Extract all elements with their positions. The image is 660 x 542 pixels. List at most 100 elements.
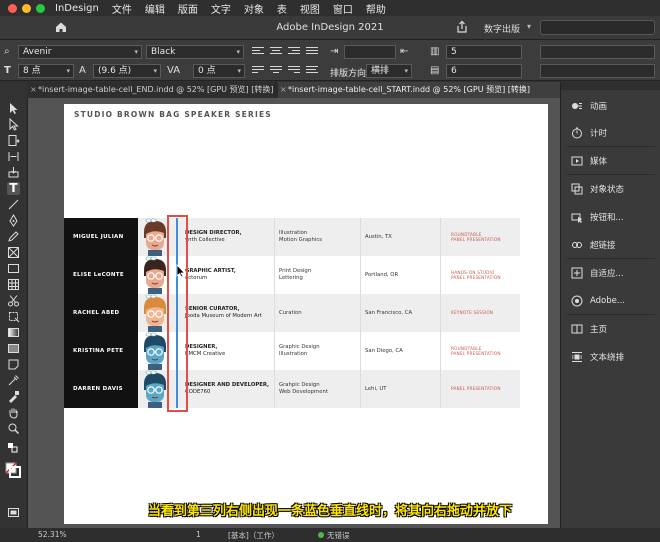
- table-row[interactable]: ELISE LeCONTE GRAPHIC ARTIST, ectorum Print…: [64, 256, 520, 294]
- zoom-window-button[interactable]: [36, 3, 45, 13]
- menu-file[interactable]: 文件: [112, 1, 132, 16]
- hand-tool-icon[interactable]: [7, 406, 20, 419]
- justify-button[interactable]: [306, 47, 318, 57]
- speaker-location-cell[interactable]: Lehi, UT: [360, 370, 440, 408]
- leading-field[interactable]: (9.6 点) ▾: [93, 64, 161, 78]
- column-resize-guide[interactable]: [176, 218, 178, 408]
- table-row[interactable]: KRISTINA PETE DESIGNER, KMCM Creative Graph…: [64, 332, 520, 370]
- speaker-topics-cell[interactable]: Print Design Lettering: [274, 256, 360, 294]
- panel-dock-header[interactable]: [561, 82, 660, 90]
- justify-center-button[interactable]: [270, 66, 282, 76]
- menu-table[interactable]: 表: [277, 1, 287, 16]
- search-input[interactable]: [540, 20, 655, 35]
- document-canvas[interactable]: STUDIO BROWN BAG SPEAKER SERIES MIGUEL J…: [28, 98, 560, 528]
- selection-tool-icon[interactable]: [7, 102, 20, 115]
- font-size-field[interactable]: 8 点 ▾: [18, 64, 74, 78]
- left-indent-field[interactable]: [344, 45, 396, 59]
- pen-tool-icon[interactable]: [7, 214, 20, 227]
- font-family-field[interactable]: Avenir ▾: [18, 45, 142, 59]
- panel-media[interactable]: 媒体: [561, 149, 660, 173]
- table-row[interactable]: RACHEL ABED SENIOR CURATOR, Jboda Museum o…: [64, 294, 520, 332]
- panel-timing[interactable]: 计时: [561, 121, 660, 145]
- speaker-name-cell[interactable]: MIGUEL JULIAN: [64, 218, 138, 256]
- menu-help[interactable]: 帮助: [366, 1, 386, 16]
- tracking-field[interactable]: 0 点 ▾: [193, 64, 245, 78]
- menu-object[interactable]: 对象: [244, 1, 264, 16]
- workspace-switcher[interactable]: 数字出版: [484, 22, 520, 35]
- speaker-topics-cell[interactable]: Curation: [274, 294, 360, 332]
- close-icon[interactable]: ×: [30, 82, 37, 98]
- speaker-location-cell[interactable]: Portland, OR: [360, 256, 440, 294]
- zoom-level[interactable]: 52.31%: [38, 530, 67, 539]
- free-transform-tool-icon[interactable]: [7, 310, 20, 323]
- table-row[interactable]: DARREN DAVIS DESIGNER AND DEVELOPER, CODE7…: [64, 370, 520, 408]
- font-style-field[interactable]: Black ▾: [146, 45, 244, 59]
- rows-field[interactable]: 6: [446, 64, 522, 78]
- menu-type[interactable]: 文字: [211, 1, 231, 16]
- minimize-window-button[interactable]: [22, 3, 31, 13]
- panel-buttons-forms[interactable]: 按钮和...: [561, 205, 660, 229]
- text-direction-field[interactable]: 横排 ▾: [366, 64, 412, 78]
- speaker-title-cell[interactable]: DESIGNER AND DEVELOPER, CODE760: [185, 370, 271, 408]
- panel-hyperlinks[interactable]: 超链接: [561, 233, 660, 257]
- preflight-status[interactable]: 无错误: [327, 530, 350, 541]
- speaker-topics-cell[interactable]: Graphic Design Illustration: [274, 332, 360, 370]
- speaker-title-cell[interactable]: GRAPHIC ARTIST, ectorum: [185, 256, 271, 294]
- speaker-session-cell[interactable]: PANEL PRESENTATION: [440, 370, 520, 408]
- eyedropper-tool-icon[interactable]: [7, 374, 20, 387]
- speaker-name-cell[interactable]: DARREN DAVIS: [64, 370, 138, 408]
- scissors-tool-icon[interactable]: [7, 294, 20, 307]
- align-left-button[interactable]: [252, 47, 264, 57]
- close-window-button[interactable]: [8, 3, 17, 13]
- rectangle-frame-tool-icon[interactable]: [7, 246, 20, 259]
- pencil-tool-icon[interactable]: [7, 230, 20, 243]
- speaker-name-cell[interactable]: RACHEL ABED: [64, 294, 138, 332]
- speaker-name-cell[interactable]: ELISE LeCONTE: [64, 256, 138, 294]
- type-tool-icon[interactable]: T: [7, 182, 20, 195]
- gap-tool-icon[interactable]: [7, 150, 20, 163]
- tab-insert-image-end[interactable]: × *insert-image-table-cell_END.indd @ 52%…: [28, 82, 274, 98]
- speaker-name-cell[interactable]: KRISTINA PETE: [64, 332, 138, 370]
- character-style-field[interactable]: [540, 64, 655, 78]
- page-tool-icon[interactable]: [7, 134, 20, 147]
- panel-adobe-capture[interactable]: Adobe...: [561, 289, 660, 313]
- menu-app[interactable]: InDesign: [55, 3, 99, 14]
- content-collector-icon[interactable]: [7, 166, 20, 179]
- direct-selection-tool-icon[interactable]: [7, 118, 20, 131]
- share-icon[interactable]: [455, 20, 469, 34]
- table-tool-icon[interactable]: [7, 278, 20, 291]
- speaker-session-cell[interactable]: KEYNOTE SESSION: [440, 294, 520, 332]
- gradient-feather-tool-icon[interactable]: [7, 342, 20, 355]
- menu-view[interactable]: 视图: [300, 1, 320, 16]
- fill-stroke-swatch-icon[interactable]: [5, 462, 21, 478]
- speaker-location-cell[interactable]: San Francisco, CA: [360, 294, 440, 332]
- paragraph-style-field[interactable]: [540, 45, 655, 59]
- document-page[interactable]: STUDIO BROWN BAG SPEAKER SERIES MIGUEL J…: [64, 104, 548, 524]
- line-tool-icon[interactable]: [7, 198, 20, 211]
- menu-window[interactable]: 窗口: [333, 1, 353, 16]
- speaker-location-cell[interactable]: Austin, TX: [360, 218, 440, 256]
- tab-insert-image-start[interactable]: × *insert-image-table-cell_START.indd @ 5…: [278, 82, 560, 98]
- align-center-button[interactable]: [270, 47, 282, 57]
- note-tool-icon[interactable]: [7, 358, 20, 371]
- speaker-topics-cell[interactable]: Illustration Motion Graphics: [274, 218, 360, 256]
- speaker-topics-cell[interactable]: Grahpic Design Web Development: [274, 370, 360, 408]
- justify-all-button[interactable]: [252, 66, 264, 76]
- panel-object-states[interactable]: 对象状态: [561, 177, 660, 201]
- justify-right-button[interactable]: [288, 66, 300, 76]
- panel-liquid-layout[interactable]: 自适应...: [561, 261, 660, 285]
- speaker-session-cell[interactable]: ROUNDTABLE PANEL PRESENTATION: [440, 218, 520, 256]
- zoom-tool-icon[interactable]: [7, 422, 20, 435]
- speaker-session-cell[interactable]: ROUNDTABLE PANEL PRESENTATION: [440, 332, 520, 370]
- panel-text-wrap[interactable]: 文本绕排: [561, 345, 660, 369]
- gradient-swatch-tool-icon[interactable]: [7, 326, 20, 339]
- menu-layout[interactable]: 版面: [178, 1, 198, 16]
- speaker-session-cell[interactable]: HANDS-ON STUDIO PANEL PRESENTATION: [440, 256, 520, 294]
- speaker-location-cell[interactable]: San Diego, CA: [360, 332, 440, 370]
- align-spine-button[interactable]: [306, 66, 318, 76]
- preflight-profile[interactable]: [基本]（工作）: [228, 530, 279, 541]
- speaker-title-cell[interactable]: DESIGN DIRECTOR, ynth Collective: [185, 218, 271, 256]
- align-right-button[interactable]: [288, 47, 300, 57]
- speaker-title-cell[interactable]: DESIGNER, KMCM Creative: [185, 332, 271, 370]
- default-fill-stroke-icon[interactable]: [7, 442, 20, 455]
